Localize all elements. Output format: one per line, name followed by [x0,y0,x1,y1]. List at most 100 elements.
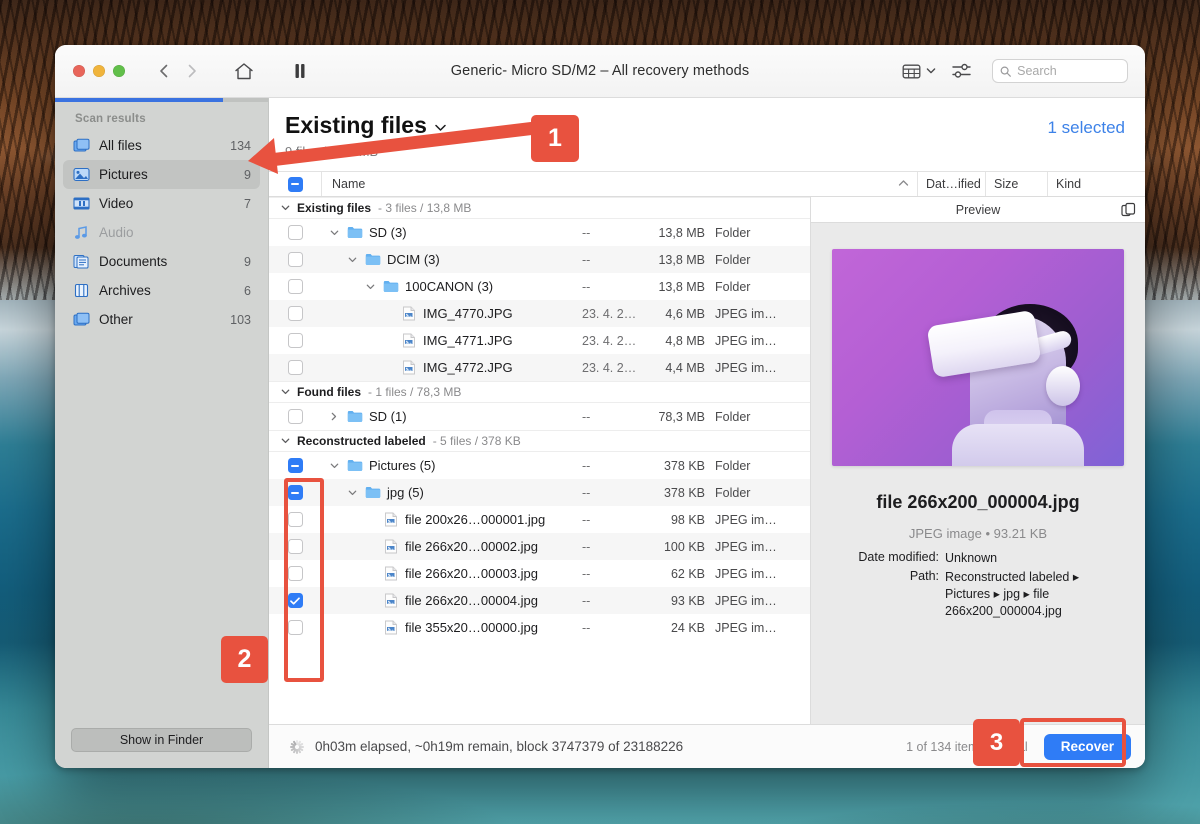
table-row[interactable]: SD (1) -- 78,3 MB Folder [269,403,810,430]
column-date[interactable]: Dat…ified [917,172,985,196]
sidebar-item-pictures[interactable]: Pictures 9 [63,160,260,189]
preview-filename: file 266x200_000004.jpg [876,492,1080,512]
column-size[interactable]: Size [985,172,1047,196]
scan-progress-text: 0h03m elapsed, ~0h19m remain, block 3747… [315,739,684,754]
row-checkbox[interactable] [269,333,321,348]
sliders-icon [951,63,971,78]
selected-count[interactable]: 1 selected [1048,112,1126,138]
row-name-cell: SD (1) [321,409,582,424]
tree-group-header[interactable]: Existing files - 3 files / 13,8 MB [269,197,810,219]
column-name[interactable]: Name [321,172,917,196]
row-kind-cell: Folder [715,458,751,473]
page-title-row[interactable]: Existing files [285,112,1048,139]
view-options-button[interactable] [898,61,940,82]
table-row[interactable]: file 355x20…00000.jpg -- 24 KB JPEG im… [269,614,810,641]
table-row[interactable]: file 266x20…00002.jpg -- 100 KB JPEG im… [269,533,810,560]
jpeg-icon [401,333,417,348]
table-row[interactable]: jpg (5) -- 378 KB Folder [269,479,810,506]
toolbar-right [898,56,1145,86]
row-name-label: IMG_4772.JPG [423,360,513,375]
row-name-label: file 200x26…000001.jpg [405,512,546,527]
close-button[interactable] [73,65,85,77]
table-row[interactable]: SD (3) -- 13,8 MB Folder [269,219,810,246]
window-titlebar: Generic- Micro SD/M2 – All recovery meth… [55,45,1145,98]
maximize-button[interactable] [113,65,125,77]
chevron-down-icon[interactable] [345,256,359,264]
checkbox-unchecked-icon [287,225,303,240]
row-checkbox[interactable] [269,360,321,375]
checkbox-unchecked-icon [287,409,303,424]
chevron-down-icon[interactable] [363,283,377,291]
main-header-left: Existing files 9 files / 92.5 MB [285,112,1048,159]
chevron-right-icon[interactable] [327,412,341,421]
annotation-badge-3: 3 [973,719,1020,766]
filter-settings-button[interactable] [944,56,978,86]
row-kind-cell: Folder [715,409,751,424]
row-date-cell: 23. 4. 2… [582,360,637,375]
pause-button[interactable] [283,56,317,86]
table-row[interactable]: IMG_4771.JPG 23. 4. 2… 4,8 MB JPEG im… [269,327,810,354]
main-panel: Existing files 9 files / 92.5 MB 1 selec… [269,98,1145,768]
row-size-cell: 378 KB [663,458,705,473]
jpeg-icon [383,539,399,554]
search-box[interactable] [992,59,1128,83]
preview-image[interactable] [832,249,1124,466]
sidebar-item-all-files[interactable]: All files 134 [63,131,260,160]
tree-group-header[interactable]: Found files - 1 files / 78,3 MB [269,381,810,403]
row-date-cell: -- [582,512,591,527]
tree-group-header[interactable]: Reconstructed labeled - 5 files / 378 KB [269,430,810,452]
table-row[interactable]: file 200x26…000001.jpg -- 98 KB JPEG im… [269,506,810,533]
picture-icon [73,166,90,183]
row-kind-cell: JPEG im… [715,593,777,608]
back-button[interactable] [151,58,177,84]
duplicate-icon[interactable] [1121,202,1136,221]
minimize-button[interactable] [93,65,105,77]
row-date-cell: -- [582,593,591,608]
chevron-down-icon[interactable] [327,462,341,470]
group-twisty-icon[interactable] [281,434,290,448]
sidebar-item-label: Pictures [99,167,148,182]
column-kind[interactable]: Kind [1047,172,1145,196]
row-checkbox[interactable] [269,306,321,321]
sidebar-item-documents[interactable]: Documents 9 [63,247,260,276]
home-button[interactable] [227,56,261,86]
table-row[interactable]: DCIM (3) -- 13,8 MB Folder [269,246,810,273]
show-in-finder-button[interactable]: Show in Finder [71,728,252,752]
forward-button[interactable] [179,58,205,84]
row-date-cell: 23. 4. 2… [582,306,637,321]
select-all-checkbox[interactable] [269,176,321,192]
table-row[interactable]: 100CANON (3) -- 13,8 MB Folder [269,273,810,300]
jpeg-icon [383,620,399,635]
row-name-label: jpg (5) [387,485,424,500]
row-checkbox[interactable] [269,409,321,424]
row-checkbox[interactable] [269,225,321,240]
search-input[interactable] [1017,64,1120,78]
group-twisty-icon[interactable] [281,201,290,215]
sidebar-item-other[interactable]: Other 103 [63,305,260,334]
table-row[interactable]: IMG_4770.JPG 23. 4. 2… 4,6 MB JPEG im… [269,300,810,327]
table-row[interactable]: file 266x20…00003.jpg -- 62 KB JPEG im… [269,560,810,587]
sidebar-item-video[interactable]: Video 7 [63,189,260,218]
sidebar-item-archives[interactable]: Archives 6 [63,276,260,305]
row-kind-cell: Folder [715,279,751,294]
row-name-cell: IMG_4772.JPG [321,360,582,375]
preview-fields: Date modified: Unknown Path: Reconstructed … [831,550,1125,622]
checkbox-unchecked-icon [287,306,303,321]
chevron-down-icon[interactable] [434,123,447,133]
window-body: Scan results All files 134 Pictures 9 Video 7… [55,98,1145,768]
sidebar-item-label: Other [99,312,133,327]
group-twisty-icon[interactable] [281,385,290,399]
sidebar-item-audio[interactable]: Audio [63,218,260,247]
chevron-down-icon[interactable] [327,229,341,237]
group-name: Found files [297,385,361,399]
row-size-cell: 13,8 MB [658,279,705,294]
table-row[interactable]: IMG_4772.JPG 23. 4. 2… 4,4 MB JPEG im… [269,354,810,381]
table-row[interactable]: file 266x20…00004.jpg -- 93 KB JPEG im… [269,587,810,614]
chevron-down-icon[interactable] [345,489,359,497]
table-row[interactable]: Pictures (5) -- 378 KB Folder [269,452,810,479]
row-checkbox[interactable] [269,279,321,294]
row-checkbox[interactable] [269,252,321,267]
row-kind-cell: JPEG im… [715,566,777,581]
row-checkbox[interactable] [269,458,321,473]
folder-icon [365,485,381,500]
